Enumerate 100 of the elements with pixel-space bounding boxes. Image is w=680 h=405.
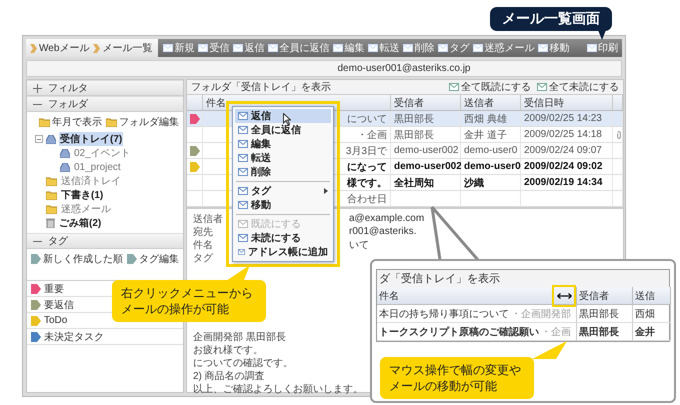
column-header[interactable]: 送信 <box>633 287 671 305</box>
envelope-icon <box>403 44 414 52</box>
menu-item[interactable]: アドレス帳に追加 <box>235 245 331 259</box>
section-header[interactable]: フィルタ <box>27 80 183 96</box>
field-label: 送信者 <box>193 212 224 226</box>
breadcrumb-link[interactable]: Webメール <box>30 41 90 55</box>
message-text: 2) 商品名の調査 <box>193 371 265 383</box>
mouse-pointer-icon <box>283 113 291 125</box>
folder-item[interactable]: 02_イベント <box>73 146 132 160</box>
toolbar-button[interactable]: 返信 <box>231 41 266 55</box>
section-header[interactable]: フォルダ <box>27 96 183 112</box>
toolbar-button[interactable]: 転送 <box>366 41 402 55</box>
column-header[interactable]: 送信者 <box>461 95 521 111</box>
envelope-icon <box>438 44 448 52</box>
table-cell: 全社周知 <box>391 175 461 191</box>
menu-item[interactable]: タグ <box>235 184 331 198</box>
envelope-icon <box>238 234 248 242</box>
table-cell: demo-user0 <box>461 159 521 175</box>
folder-icon <box>46 190 57 200</box>
paperclip-icon <box>616 130 622 140</box>
envelope-icon <box>333 44 344 52</box>
badge-pointer <box>598 30 606 40</box>
folder-item[interactable]: 迷惑メール <box>60 202 112 216</box>
tag-icon <box>31 254 41 264</box>
envelope-icon <box>238 112 248 120</box>
table-cell: 2009/02/19 14:34 <box>521 175 613 191</box>
menu-item[interactable]: 移動 <box>235 198 331 212</box>
envelope-icon <box>238 154 248 162</box>
field-value: いて <box>349 238 369 252</box>
field-label: タグ <box>193 252 214 264</box>
tag-item[interactable]: 未決定タスク <box>44 330 104 344</box>
envelope-icon <box>268 44 278 52</box>
callout-note: マウス操作で幅の変更やメールの移動が可能 <box>380 357 534 399</box>
toolbar-button[interactable]: タグ <box>436 41 472 55</box>
menu-item[interactable]: 削除 <box>235 165 331 179</box>
mark-read-link[interactable]: 全て既読にする <box>449 80 531 94</box>
toolbar-button[interactable]: 全員に返信 <box>266 41 332 55</box>
field-label: 宛先 <box>193 226 214 238</box>
table-cell: 西畑 典雄 <box>461 111 521 127</box>
table-cell: 黒田部長 <box>577 305 633 323</box>
message-text: お疲れ様です。 <box>193 345 263 357</box>
envelope-icon <box>238 201 248 209</box>
envelope-icon <box>473 44 484 52</box>
folder-icon <box>46 204 57 214</box>
folder-action-link[interactable]: フォルダ編集 <box>106 115 179 129</box>
folder-action-link[interactable]: 年月で表示 <box>39 115 102 129</box>
menu-item[interactable]: 未読にする <box>235 231 331 245</box>
trash-icon <box>46 218 55 228</box>
tag-item[interactable]: ToDo <box>44 315 68 326</box>
section-title: フィルタ <box>48 82 88 95</box>
toolbar-button[interactable]: 受信 <box>196 41 232 55</box>
envelope-icon <box>538 44 548 52</box>
folder-item[interactable]: 01_project <box>73 162 122 172</box>
toolbar-button[interactable]: 迷惑メール <box>471 41 536 55</box>
field-label: 件名 <box>193 238 214 252</box>
message-text: 企画開発部 黒田部長 <box>193 332 286 344</box>
tag-item[interactable]: 重要 <box>44 282 64 296</box>
toolbar-button[interactable]: 移動 <box>536 41 572 55</box>
section-title: タグ <box>48 235 68 248</box>
envelope-icon <box>238 220 248 228</box>
resize-cursor-icon <box>556 293 572 299</box>
tag-action-link[interactable]: 新しく作成した順 <box>31 252 123 266</box>
toolbar-button[interactable]: 新規 <box>161 41 196 55</box>
table-cell: 2009/02/24 09:02 <box>521 159 613 175</box>
column-header[interactable]: 件名 <box>377 287 577 305</box>
section-header[interactable]: タグ <box>27 233 183 249</box>
table-cell: 西畑 <box>633 305 671 323</box>
mark-read-link[interactable]: 全て未読にする <box>537 80 619 94</box>
table-cell: 金井 道子 <box>461 127 521 143</box>
toolbar-button[interactable]: 編集 <box>331 41 366 55</box>
toolbar-button[interactable]: 印刷 <box>585 41 620 55</box>
column-header[interactable]: 受信者 <box>577 287 633 305</box>
screen-title-badge: メール一覧画面 <box>490 7 612 31</box>
envelope-icon <box>238 126 248 134</box>
chevron-icon <box>30 44 37 52</box>
tag-icon <box>127 254 137 264</box>
folder-heading: ダ「受信トレイ」を表示 <box>376 269 670 287</box>
message-text: 以上、ご確認よろしくお願いします。 <box>193 384 363 396</box>
envelope-icon <box>238 140 248 148</box>
envelope-icon <box>368 44 378 52</box>
folder-icon <box>46 176 57 186</box>
column-header[interactable]: 受信日時 <box>521 95 613 111</box>
folder-item[interactable]: 送信済トレイ <box>60 174 122 188</box>
envelope-icon <box>537 83 547 91</box>
field-value: a@example.com <box>349 213 424 224</box>
table-cell: 2009/02/25 14:18 <box>521 127 613 143</box>
folder-item[interactable]: 下書き(1) <box>60 188 104 202</box>
section-title: フォルダ <box>48 98 88 111</box>
tag-action-link[interactable]: タグ編集 <box>127 252 179 266</box>
folder-item[interactable]: ごみ箱(2) <box>58 216 102 230</box>
envelope-icon <box>233 44 244 52</box>
breadcrumb-link[interactable]: メール一覧 <box>93 41 152 55</box>
folder-item[interactable]: 受信トレイ(7) <box>59 132 124 146</box>
column-header[interactable]: 受信者 <box>391 95 461 111</box>
tag-item[interactable]: 要返信 <box>44 298 74 312</box>
toolbar-button[interactable]: 削除 <box>401 41 436 55</box>
menu-item[interactable]: 返信 <box>235 109 331 123</box>
expand-toggle[interactable] <box>35 135 43 143</box>
department-text: ・企画 <box>541 326 571 338</box>
folder-heading: フォルダ「受信トレイ」を表示 <box>191 80 331 94</box>
